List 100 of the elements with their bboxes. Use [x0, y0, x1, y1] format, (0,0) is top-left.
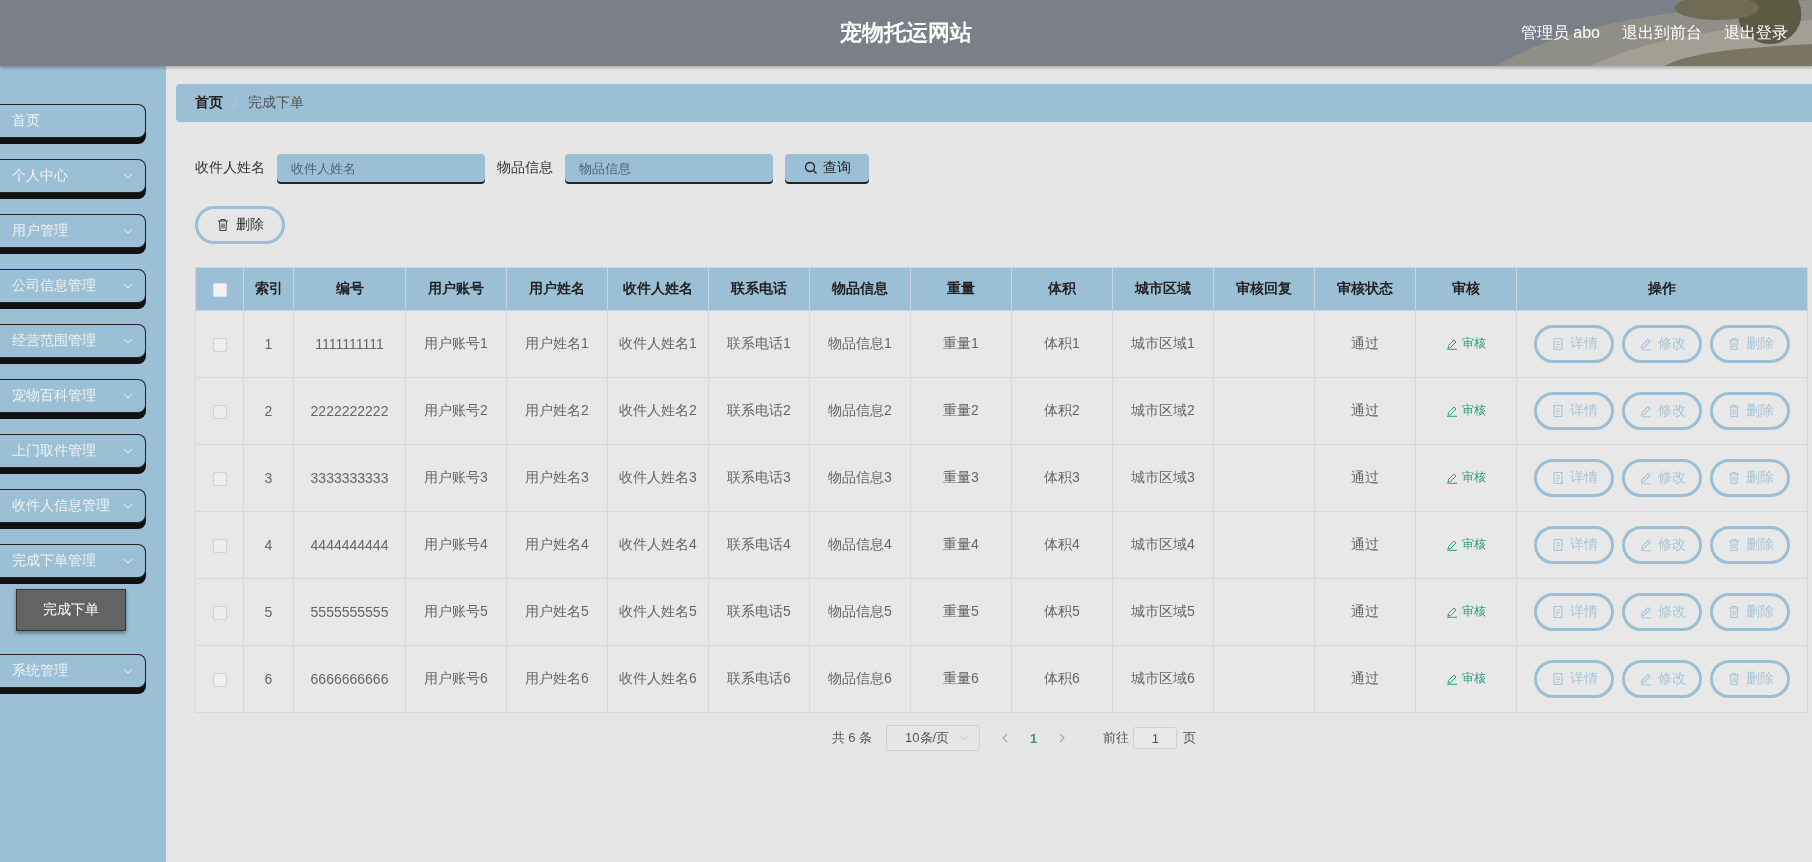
action-button[interactable]: 修改 [1622, 526, 1702, 564]
review-link[interactable]: 审核 [1446, 603, 1486, 621]
action-button[interactable]: 删除 [1710, 526, 1790, 564]
table-cell: 通过 [1314, 511, 1416, 579]
table-cell: 体积5 [1011, 578, 1113, 646]
action-button[interactable]: 修改 [1622, 392, 1702, 430]
trash-icon [1726, 471, 1741, 485]
action-button[interactable]: 删除 [1710, 325, 1790, 363]
page-size-select[interactable]: 10条/页 [886, 725, 981, 751]
breadcrumb-item: 完成下单 [248, 94, 304, 112]
checkbox[interactable] [212, 283, 227, 298]
table-cell: 城市区域1 [1112, 310, 1214, 378]
search-field[interactable]: 物品信息 [565, 154, 773, 182]
action-button[interactable]: 详情 [1534, 526, 1614, 564]
action-button[interactable]: 修改 [1622, 593, 1702, 631]
checkbox[interactable] [212, 606, 227, 621]
column-header: 编号 [293, 267, 406, 311]
checkbox[interactable] [212, 405, 227, 420]
page-input[interactable]: 1 [1133, 727, 1178, 749]
column-header: 审核 [1415, 267, 1517, 311]
table-cell: 收件人姓名5 [607, 578, 709, 646]
column-header: 操作 [1516, 267, 1808, 311]
trash-icon [1726, 672, 1741, 686]
checkbox[interactable] [212, 472, 227, 487]
table-cell: 物品信息2 [809, 377, 911, 445]
page-suffix: 页 [1183, 729, 1197, 747]
pen-icon [1446, 337, 1458, 350]
table-cell: 物品信息3 [809, 444, 911, 512]
review-link[interactable]: 审核 [1446, 402, 1486, 420]
action-button[interactable]: 详情 [1534, 325, 1614, 363]
table-cell: 物品信息4 [809, 511, 911, 579]
table-cell: 5 [243, 578, 294, 646]
action-button[interactable]: 删除 [1710, 459, 1790, 497]
table-cell: 重量4 [910, 511, 1012, 579]
chevron-icon [123, 448, 133, 454]
review-link[interactable]: 审核 [1446, 670, 1486, 688]
chevron-icon [123, 668, 133, 674]
submenu-item[interactable]: 完成下单 [16, 589, 126, 631]
trash-icon [216, 218, 230, 232]
trash-icon [1726, 605, 1741, 619]
document-icon [1550, 538, 1565, 552]
action-button[interactable]: 详情 [1534, 392, 1614, 430]
action-button[interactable]: 详情 [1534, 593, 1614, 631]
table-cell: 5555555555 [293, 578, 406, 646]
checkbox[interactable] [212, 539, 227, 554]
table-cell: 通过 [1314, 444, 1416, 512]
header-link[interactable]: 退出到前台 [1622, 22, 1702, 44]
table-cell: 通过 [1314, 645, 1416, 713]
chevron-icon [123, 393, 133, 399]
document-icon [1550, 672, 1565, 686]
search-button[interactable]: 查询 [785, 154, 869, 182]
action-button[interactable]: 修改 [1622, 660, 1702, 698]
checkbox[interactable] [212, 338, 227, 353]
user-label: 管理员 abo [1520, 22, 1600, 43]
table-cell: 收件人姓名1 [607, 310, 709, 378]
table-cell: 联系电话3 [708, 444, 810, 512]
action-button[interactable]: 删除 [1710, 660, 1790, 698]
table-cell: 通过 [1314, 578, 1416, 646]
action-button[interactable]: 详情 [1534, 459, 1614, 497]
previous-page-icon[interactable] [1002, 733, 1009, 743]
table-cell: 用户账号1 [405, 310, 507, 378]
table-cell: 用户账号3 [405, 444, 507, 512]
action-button[interactable]: 删除 [1710, 593, 1790, 631]
review-link[interactable]: 审核 [1446, 469, 1486, 487]
action-button[interactable]: 修改 [1622, 325, 1702, 363]
chevron-icon [123, 558, 133, 564]
table-cell: 联系电话4 [708, 511, 810, 579]
table-cell: 3 [243, 444, 294, 512]
breadcrumb-item[interactable]: 首页 [195, 94, 223, 112]
search-icon [803, 161, 818, 175]
table-cell: 体积4 [1011, 511, 1113, 579]
pen-icon [1446, 605, 1458, 618]
review-link[interactable]: 审核 [1446, 536, 1486, 554]
review-link[interactable]: 审核 [1446, 335, 1486, 353]
pen-icon [1638, 605, 1653, 619]
table-cell: 6666666666 [293, 645, 406, 713]
pen-icon [1446, 404, 1458, 417]
chevron-icon [123, 503, 133, 509]
action-button[interactable]: 修改 [1622, 459, 1702, 497]
page-number[interactable]: 1 [1030, 730, 1038, 746]
trash-icon [1726, 404, 1741, 418]
table-cell: 用户账号2 [405, 377, 507, 445]
total-count: 共 6 条 [831, 729, 873, 747]
next-page-icon[interactable] [1059, 733, 1066, 743]
table-cell: 1 [243, 310, 294, 378]
header-link[interactable]: 退出登录 [1724, 22, 1788, 44]
table-cell: 重量6 [910, 645, 1012, 713]
search-field[interactable]: 收件人姓名 [277, 154, 485, 182]
table-cell: 物品信息6 [809, 645, 911, 713]
table-cell: 用户姓名4 [506, 511, 608, 579]
action-button[interactable]: 删除 [1710, 392, 1790, 430]
checkbox[interactable] [212, 673, 227, 688]
document-icon [1550, 605, 1565, 619]
table-cell: 6 [243, 645, 294, 713]
table-cell: 2 [243, 377, 294, 445]
delete-button[interactable]: 删除 [195, 206, 285, 244]
table-cell: 用户账号6 [405, 645, 507, 713]
table-cell: 城市区域6 [1112, 645, 1214, 713]
action-button[interactable]: 详情 [1534, 660, 1614, 698]
column-header: 物品信息 [809, 267, 911, 311]
